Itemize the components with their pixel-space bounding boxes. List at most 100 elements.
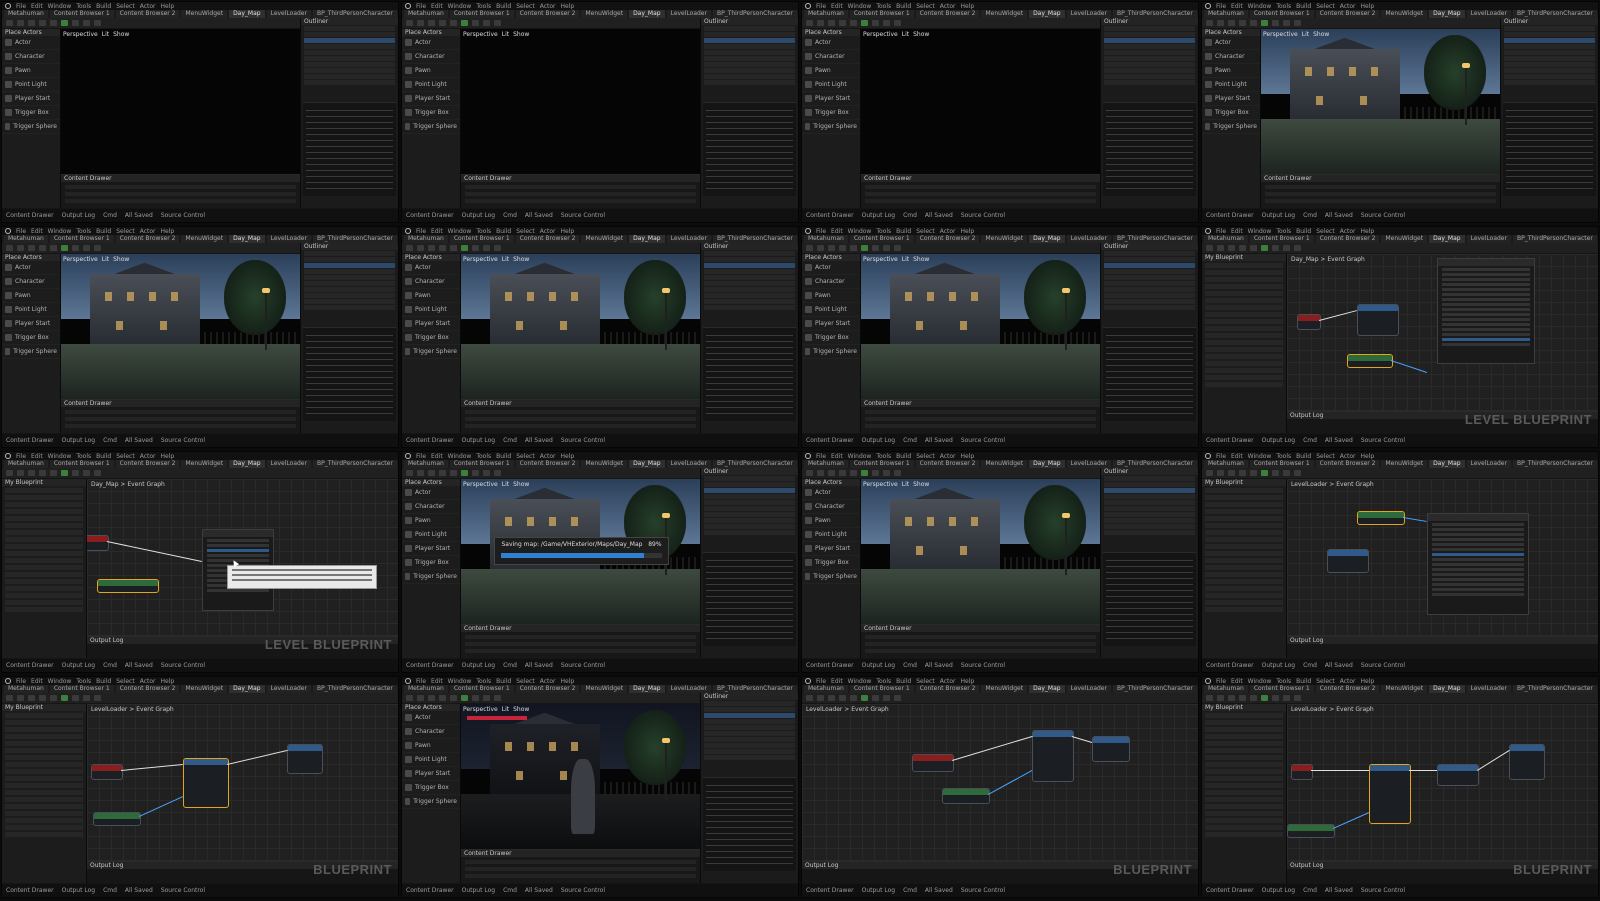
toolbar-icon[interactable] (94, 695, 101, 701)
context-menu-item[interactable] (1442, 288, 1530, 291)
editor-tab[interactable]: MenuWidget (981, 10, 1028, 18)
blueprint-member[interactable] (5, 607, 83, 612)
blueprint-member[interactable] (1205, 769, 1283, 774)
editor-tab[interactable]: BP_ThirdPersonCharacter (1512, 685, 1597, 693)
outliner-row[interactable] (1104, 26, 1195, 31)
toolbar-icon[interactable] (406, 470, 413, 476)
outliner-row[interactable] (1504, 56, 1595, 61)
editor-tab[interactable]: Day_Map (1429, 460, 1465, 468)
menu-item[interactable]: Actor (940, 678, 956, 685)
event-graph[interactable]: LevelLoader > Event Graph (802, 704, 1198, 861)
drawer-row[interactable] (65, 185, 296, 189)
status-item[interactable]: Output Log (62, 212, 95, 219)
menu-item[interactable]: Actor (940, 453, 956, 460)
menu-item[interactable]: File (16, 228, 26, 235)
editor-tab[interactable]: Metahuman (804, 460, 848, 468)
editor-tab[interactable]: MenuWidget (581, 460, 628, 468)
blueprint-member[interactable] (1205, 530, 1283, 535)
editor-tab[interactable]: LevelLoader (266, 235, 311, 243)
blueprint-member[interactable] (1205, 284, 1283, 289)
viewport-option[interactable]: Lit (502, 706, 509, 713)
toolbar-icon[interactable] (17, 245, 24, 251)
outliner-row[interactable] (704, 755, 795, 760)
menu-item[interactable]: Edit (831, 228, 843, 235)
outliner-row[interactable] (704, 275, 795, 280)
place-actor-item[interactable]: Player Start (402, 92, 460, 106)
editor-tab[interactable]: Day_Map (1429, 235, 1465, 243)
get-player-controller-node[interactable] (942, 788, 990, 804)
place-actor-item[interactable]: Actor (402, 36, 460, 50)
play-icon[interactable] (861, 695, 868, 701)
editor-tab[interactable]: Day_Map (629, 685, 665, 693)
place-actor-item[interactable]: Pawn (402, 739, 460, 753)
outliner-row[interactable] (1504, 44, 1595, 49)
menu-item[interactable]: Help (561, 3, 575, 10)
editor-tab[interactable]: LevelLoader (1466, 685, 1511, 693)
status-item[interactable]: Cmd (103, 662, 117, 669)
place-actor-item[interactable]: Player Start (2, 92, 60, 106)
editor-tab[interactable]: Day_Map (229, 235, 265, 243)
menu-item[interactable]: Build (96, 678, 111, 685)
outliner-row[interactable] (1104, 293, 1195, 298)
outliner-row[interactable] (704, 281, 795, 286)
toolbar-icon[interactable] (1228, 245, 1235, 251)
viewport-option[interactable]: Perspective (863, 481, 898, 488)
menu-item[interactable]: Select (516, 453, 535, 460)
outliner-row[interactable] (1504, 62, 1595, 67)
blueprint-member[interactable] (1205, 762, 1283, 767)
create-widget-node[interactable] (1369, 764, 1411, 824)
context-menu-item[interactable] (207, 539, 269, 542)
toolbar-icon[interactable] (1294, 695, 1301, 701)
menu-item[interactable]: Build (1296, 3, 1311, 10)
editor-tab[interactable]: Content Browser 2 (1315, 235, 1380, 243)
menu-item[interactable]: File (16, 3, 26, 10)
editor-tab[interactable]: Content Browser 2 (915, 685, 980, 693)
outliner-row[interactable] (1504, 68, 1595, 73)
outliner-row[interactable] (1104, 257, 1195, 262)
outliner-row[interactable] (304, 74, 395, 79)
toolbar-icon[interactable] (17, 695, 24, 701)
unreal-logo-icon[interactable] (405, 453, 411, 459)
toolbar-icon[interactable] (94, 20, 101, 26)
toolbar-icon[interactable] (850, 245, 857, 251)
place-actor-item[interactable]: Pawn (802, 289, 860, 303)
status-item[interactable]: Source Control (561, 887, 605, 894)
toolbar-icon[interactable] (1228, 695, 1235, 701)
outliner-row[interactable] (304, 281, 395, 286)
play-icon[interactable] (1261, 245, 1268, 251)
context-menu-item[interactable] (207, 549, 269, 552)
menu-item[interactable]: Tools (476, 678, 491, 685)
toolbar-icon[interactable] (806, 470, 813, 476)
blueprint-member[interactable] (1205, 558, 1283, 563)
toolbar-icon[interactable] (883, 695, 890, 701)
menu-item[interactable]: Tools (876, 3, 891, 10)
outliner-row[interactable] (1104, 74, 1195, 79)
toolbar-icon[interactable] (428, 695, 435, 701)
status-item[interactable]: Source Control (961, 662, 1005, 669)
drawer-row[interactable] (465, 874, 696, 878)
menu-item[interactable]: Select (116, 678, 135, 685)
place-actor-item[interactable]: Character (1202, 50, 1260, 64)
outliner-row[interactable] (1104, 269, 1195, 274)
viewport-option[interactable]: Lit (902, 481, 909, 488)
blueprint-member[interactable] (1205, 298, 1283, 303)
editor-tab[interactable]: LevelLoader (666, 10, 711, 18)
editor-tab[interactable]: LevelLoader (1066, 235, 1111, 243)
context-menu-item[interactable] (1442, 278, 1530, 281)
blueprint-member[interactable] (5, 832, 83, 837)
place-actor-item[interactable]: Trigger Sphere (402, 120, 460, 134)
create-widget-node[interactable] (1032, 730, 1074, 782)
editor-tab[interactable]: Content Browser 2 (915, 460, 980, 468)
menu-item[interactable]: Help (161, 678, 175, 685)
context-menu-item[interactable] (1442, 303, 1530, 306)
status-item[interactable]: Content Drawer (406, 662, 454, 669)
status-item[interactable]: Cmd (503, 887, 517, 894)
status-item[interactable]: Output Log (462, 437, 495, 444)
context-menu-item[interactable] (1432, 563, 1524, 566)
menu-item[interactable]: Actor (540, 3, 556, 10)
unreal-logo-icon[interactable] (405, 3, 411, 9)
viewport-option[interactable]: Show (113, 31, 129, 38)
blueprint-member[interactable] (1205, 305, 1283, 310)
blueprint-member[interactable] (5, 727, 83, 732)
toolbar-icon[interactable] (6, 470, 13, 476)
